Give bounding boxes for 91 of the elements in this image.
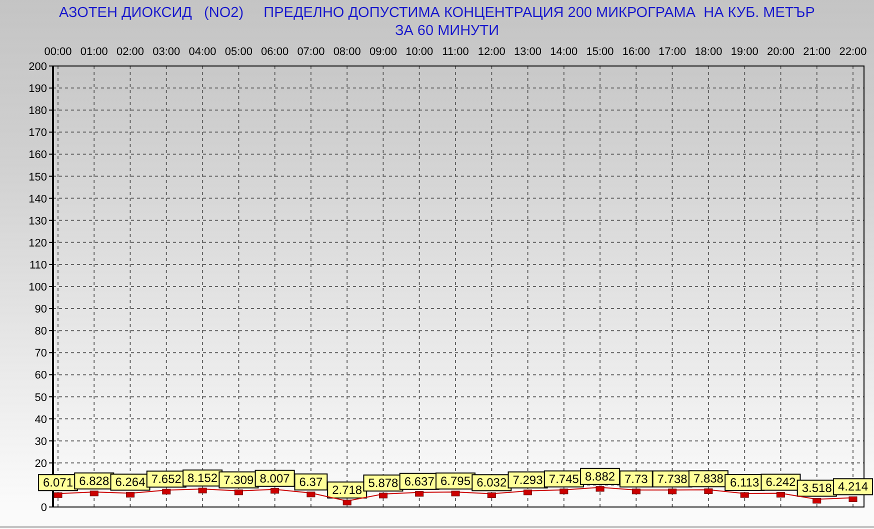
data-label: 6.828 bbox=[74, 472, 114, 490]
data-point bbox=[524, 490, 532, 496]
data-label: 7.652 bbox=[146, 470, 186, 488]
data-point bbox=[378, 492, 388, 498]
data-label: 6.032 bbox=[472, 474, 512, 492]
data-point bbox=[812, 498, 822, 504]
data-label: 6.795 bbox=[436, 472, 476, 490]
data-label: 8.007 bbox=[254, 470, 295, 487]
data-point bbox=[740, 492, 749, 498]
data-label: 6.113 bbox=[724, 474, 765, 492]
axis-tick-label: 50 bbox=[34, 392, 47, 404]
data-point bbox=[632, 488, 640, 494]
axis-tick-label: 130 bbox=[28, 215, 47, 228]
data-label: 7.293 bbox=[508, 471, 548, 488]
data-label: 5.878 bbox=[363, 474, 404, 492]
data-point bbox=[234, 490, 243, 496]
data-label: 8.152 bbox=[182, 470, 223, 487]
axis-tick-label: 01:00 bbox=[80, 46, 108, 58]
data-point bbox=[90, 490, 98, 496]
axis-tick-label: 14:00 bbox=[550, 46, 578, 58]
axis-tick-label: 0 bbox=[40, 502, 47, 514]
axis-tick-label: 30 bbox=[34, 436, 47, 448]
data-point bbox=[126, 492, 135, 498]
axis-tick-label: 13:00 bbox=[514, 46, 542, 58]
data-label: 6.37 bbox=[294, 473, 328, 490]
axis-tick-label: 22:00 bbox=[839, 46, 867, 58]
axis-tick-label: 40 bbox=[34, 414, 47, 426]
data-point bbox=[596, 486, 604, 492]
axis-tick-label: 10:00 bbox=[406, 46, 434, 58]
axis-tick-label: 19:00 bbox=[730, 46, 758, 58]
data-point bbox=[415, 491, 424, 497]
axis-tick-label: 170 bbox=[28, 127, 47, 140]
data-point bbox=[776, 492, 785, 498]
data-label: 8.882 bbox=[580, 468, 620, 485]
data-label: 7.838 bbox=[688, 470, 728, 488]
axis-tick-label: 09:00 bbox=[369, 46, 397, 58]
axis-tick-label: 100 bbox=[28, 282, 47, 294]
axis-tick-label: 110 bbox=[29, 259, 47, 272]
axis-tick-label: 70 bbox=[34, 348, 47, 360]
axis-tick-label: 150 bbox=[28, 171, 47, 184]
axis-tick-label: 80 bbox=[34, 326, 47, 338]
data-label: 6.071 bbox=[38, 474, 78, 492]
axis-tick-label: 200 bbox=[28, 61, 47, 73]
axis-tick-label: 04:00 bbox=[188, 46, 216, 58]
axis-tick-label: 140 bbox=[28, 193, 47, 206]
data-label: 7.309 bbox=[218, 471, 259, 488]
data-label: 7.738 bbox=[652, 470, 692, 488]
data-label: 6.242 bbox=[760, 474, 801, 491]
data-point bbox=[668, 488, 677, 494]
axis-tick-label: 15:00 bbox=[586, 46, 614, 58]
data-point bbox=[451, 490, 460, 496]
axis-tick-label: 11:00 bbox=[442, 46, 469, 58]
axis-tick-label: 12:00 bbox=[478, 46, 506, 58]
axis-tick-label: 190 bbox=[28, 83, 47, 96]
axis-tick-label: 07:00 bbox=[297, 46, 325, 58]
data-point bbox=[198, 488, 207, 494]
axis-tick-label: 180 bbox=[28, 105, 47, 118]
data-point bbox=[162, 488, 171, 494]
axis-tick-label: 120 bbox=[28, 237, 47, 250]
axis-tick-label: 160 bbox=[28, 149, 47, 162]
data-label: 4.214 bbox=[833, 478, 873, 496]
data-point bbox=[704, 488, 713, 494]
axis-tick-label: 20 bbox=[34, 458, 47, 470]
axis-tick-label: 20:00 bbox=[766, 46, 794, 58]
data-label: 2.718 bbox=[327, 482, 368, 498]
data-point bbox=[306, 492, 316, 498]
data-point bbox=[54, 492, 62, 498]
axis-tick-label: 00:00 bbox=[44, 46, 72, 58]
data-label: 7.745 bbox=[544, 470, 584, 488]
data-label: 7.73 bbox=[619, 470, 653, 488]
data-point bbox=[848, 496, 858, 502]
axis-tick-label: 08:00 bbox=[333, 46, 361, 58]
data-point bbox=[560, 488, 568, 494]
axis-tick-label: 05:00 bbox=[224, 46, 252, 58]
axis-tick-label: 17:00 bbox=[658, 46, 686, 58]
axis-tick-label: 03:00 bbox=[152, 46, 180, 58]
data-point bbox=[487, 492, 496, 498]
data-point bbox=[270, 488, 280, 494]
data-label: 6.264 bbox=[110, 474, 150, 491]
chart-title: ЗА 60 МИНУТИ bbox=[394, 22, 500, 40]
axis-tick-label: 60 bbox=[34, 370, 47, 382]
data-point bbox=[342, 500, 352, 506]
axis-tick-label: 90 bbox=[34, 304, 47, 316]
axis-tick-label: 02:00 bbox=[116, 46, 144, 58]
data-label: 3.518 bbox=[796, 480, 837, 497]
axis-tick-label: 16:00 bbox=[622, 46, 650, 58]
chart-title: АЗОТЕН ДИОКСИД (NO2) ПРЕДЕЛНО ДОПУСТИМА КОНЦЕНТРАЦИЯ 200 МИКРОГРАМА НА КУБ. МЕТЪР bbox=[59, 4, 815, 22]
axis-tick-label: 06:00 bbox=[261, 46, 289, 58]
data-label: 6.637 bbox=[399, 472, 440, 490]
axis-tick-label: 18:00 bbox=[694, 46, 722, 58]
axis-tick-label: 21:00 bbox=[803, 46, 831, 58]
